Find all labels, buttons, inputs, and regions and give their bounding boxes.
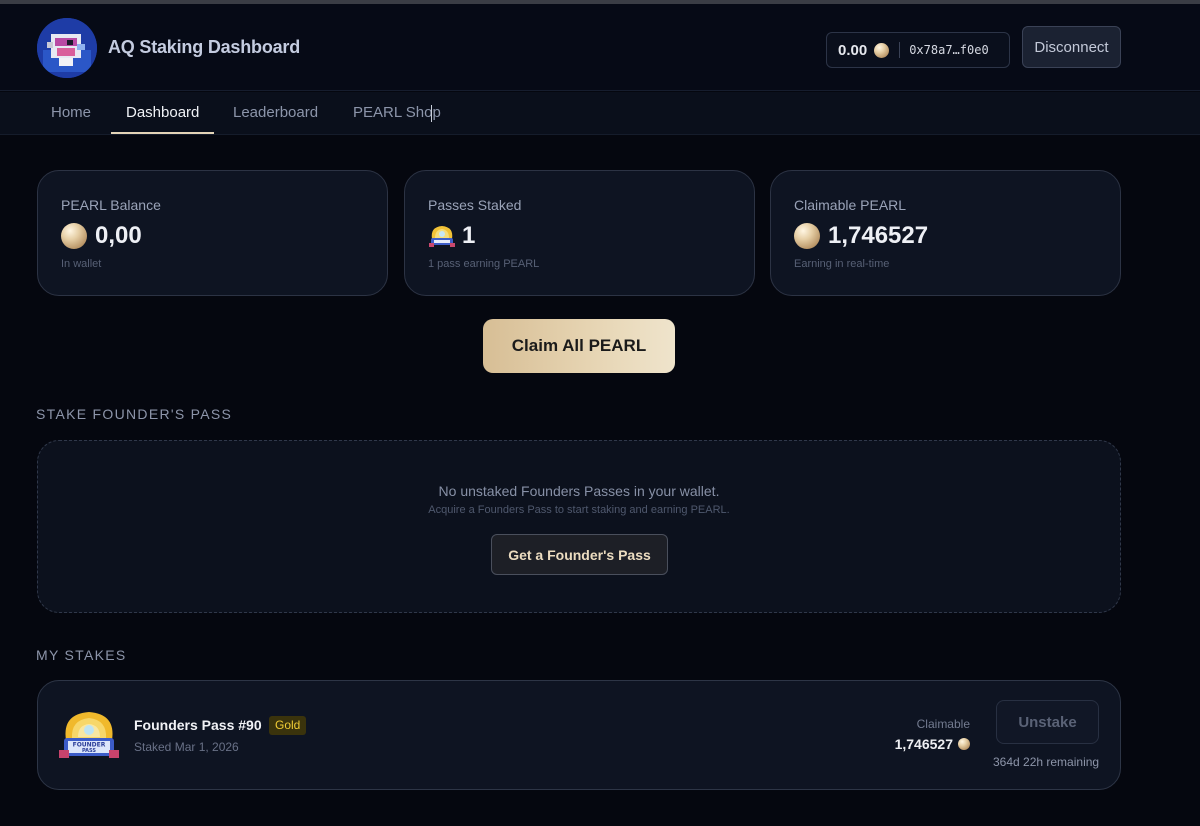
- app-header: AQ Staking Dashboard 0.00 0x78a7…f0e0 Di…: [0, 4, 1200, 91]
- wallet-address: 0x78a7…f0e0: [909, 43, 989, 57]
- section-title-stake: STAKE FOUNDER'S PASS: [36, 406, 233, 422]
- tab-pearl-shop[interactable]: PEARL Shop: [353, 92, 441, 134]
- disconnect-button[interactable]: Disconnect: [1022, 26, 1121, 68]
- pearl-icon: [958, 738, 970, 750]
- main-nav: Home Dashboard Leaderboard PEARL Shop: [0, 92, 1200, 135]
- pixel-fish-logo-icon: [37, 18, 97, 78]
- stat-card-pearl-balance: PEARL Balance 0,00 In wallet: [37, 170, 388, 296]
- stat-value: 0,00: [95, 222, 142, 249]
- tier-badge: Gold: [269, 716, 307, 735]
- claimable-label: Claimable: [916, 717, 970, 731]
- claim-all-button[interactable]: Claim All PEARL: [483, 319, 675, 373]
- stat-card-passes-staked: Passes Staked 1 1 pass earning PEARL: [404, 170, 755, 296]
- stat-value: 1: [462, 222, 476, 249]
- stake-empty-state: No unstaked Founders Passes in your wall…: [37, 440, 1121, 613]
- get-founders-pass-button[interactable]: Get a Founder's Pass: [491, 534, 668, 575]
- stat-subtext: Earning in real-time: [794, 258, 890, 270]
- stat-subtext: In wallet: [61, 258, 102, 270]
- stat-label: Passes Staked: [428, 197, 522, 213]
- wallet-info[interactable]: 0.00 0x78a7…f0e0: [826, 32, 1010, 68]
- stat-value: 1,746527: [828, 222, 929, 249]
- founders-pass-image: FOUNDER PASS: [59, 712, 119, 758]
- pearl-icon: [874, 42, 890, 58]
- wallet-balance: 0.00: [838, 41, 868, 59]
- svg-text:PASS: PASS: [82, 748, 96, 754]
- pearl-icon: [794, 223, 820, 249]
- divider: [899, 42, 901, 58]
- app-title: AQ Staking Dashboard: [108, 37, 301, 57]
- tab-dashboard[interactable]: Dashboard: [110, 92, 215, 134]
- stat-card-claimable-pearl: Claimable PEARL 1,746527 Earning in real…: [770, 170, 1121, 296]
- stat-label: Claimable PEARL: [794, 197, 907, 213]
- founders-pass-icon: [429, 226, 455, 247]
- stat-subtext: 1 pass earning PEARL: [428, 258, 540, 270]
- pass-name: Founders Pass #90: [134, 717, 262, 733]
- tab-home[interactable]: Home: [51, 92, 91, 134]
- stat-label: PEARL Balance: [61, 197, 161, 213]
- time-remaining: 364d 22h remaining: [993, 755, 1100, 769]
- app-logo[interactable]: [37, 18, 97, 78]
- tab-leaderboard[interactable]: Leaderboard: [233, 92, 318, 134]
- empty-state-title: No unstaked Founders Passes in your wall…: [438, 483, 720, 499]
- claimable-amount: 1,746527: [894, 736, 953, 752]
- unstake-button[interactable]: Unstake: [996, 700, 1099, 744]
- staked-date: Staked Mar 1, 2026: [134, 740, 239, 754]
- stake-row: FOUNDER PASS Founders Pass #90 Gold Stak…: [37, 680, 1121, 790]
- text-cursor: [431, 105, 432, 122]
- pearl-icon: [61, 223, 87, 249]
- empty-state-subtitle: Acquire a Founders Pass to start staking…: [428, 504, 730, 516]
- section-title-my-stakes: MY STAKES: [36, 647, 127, 663]
